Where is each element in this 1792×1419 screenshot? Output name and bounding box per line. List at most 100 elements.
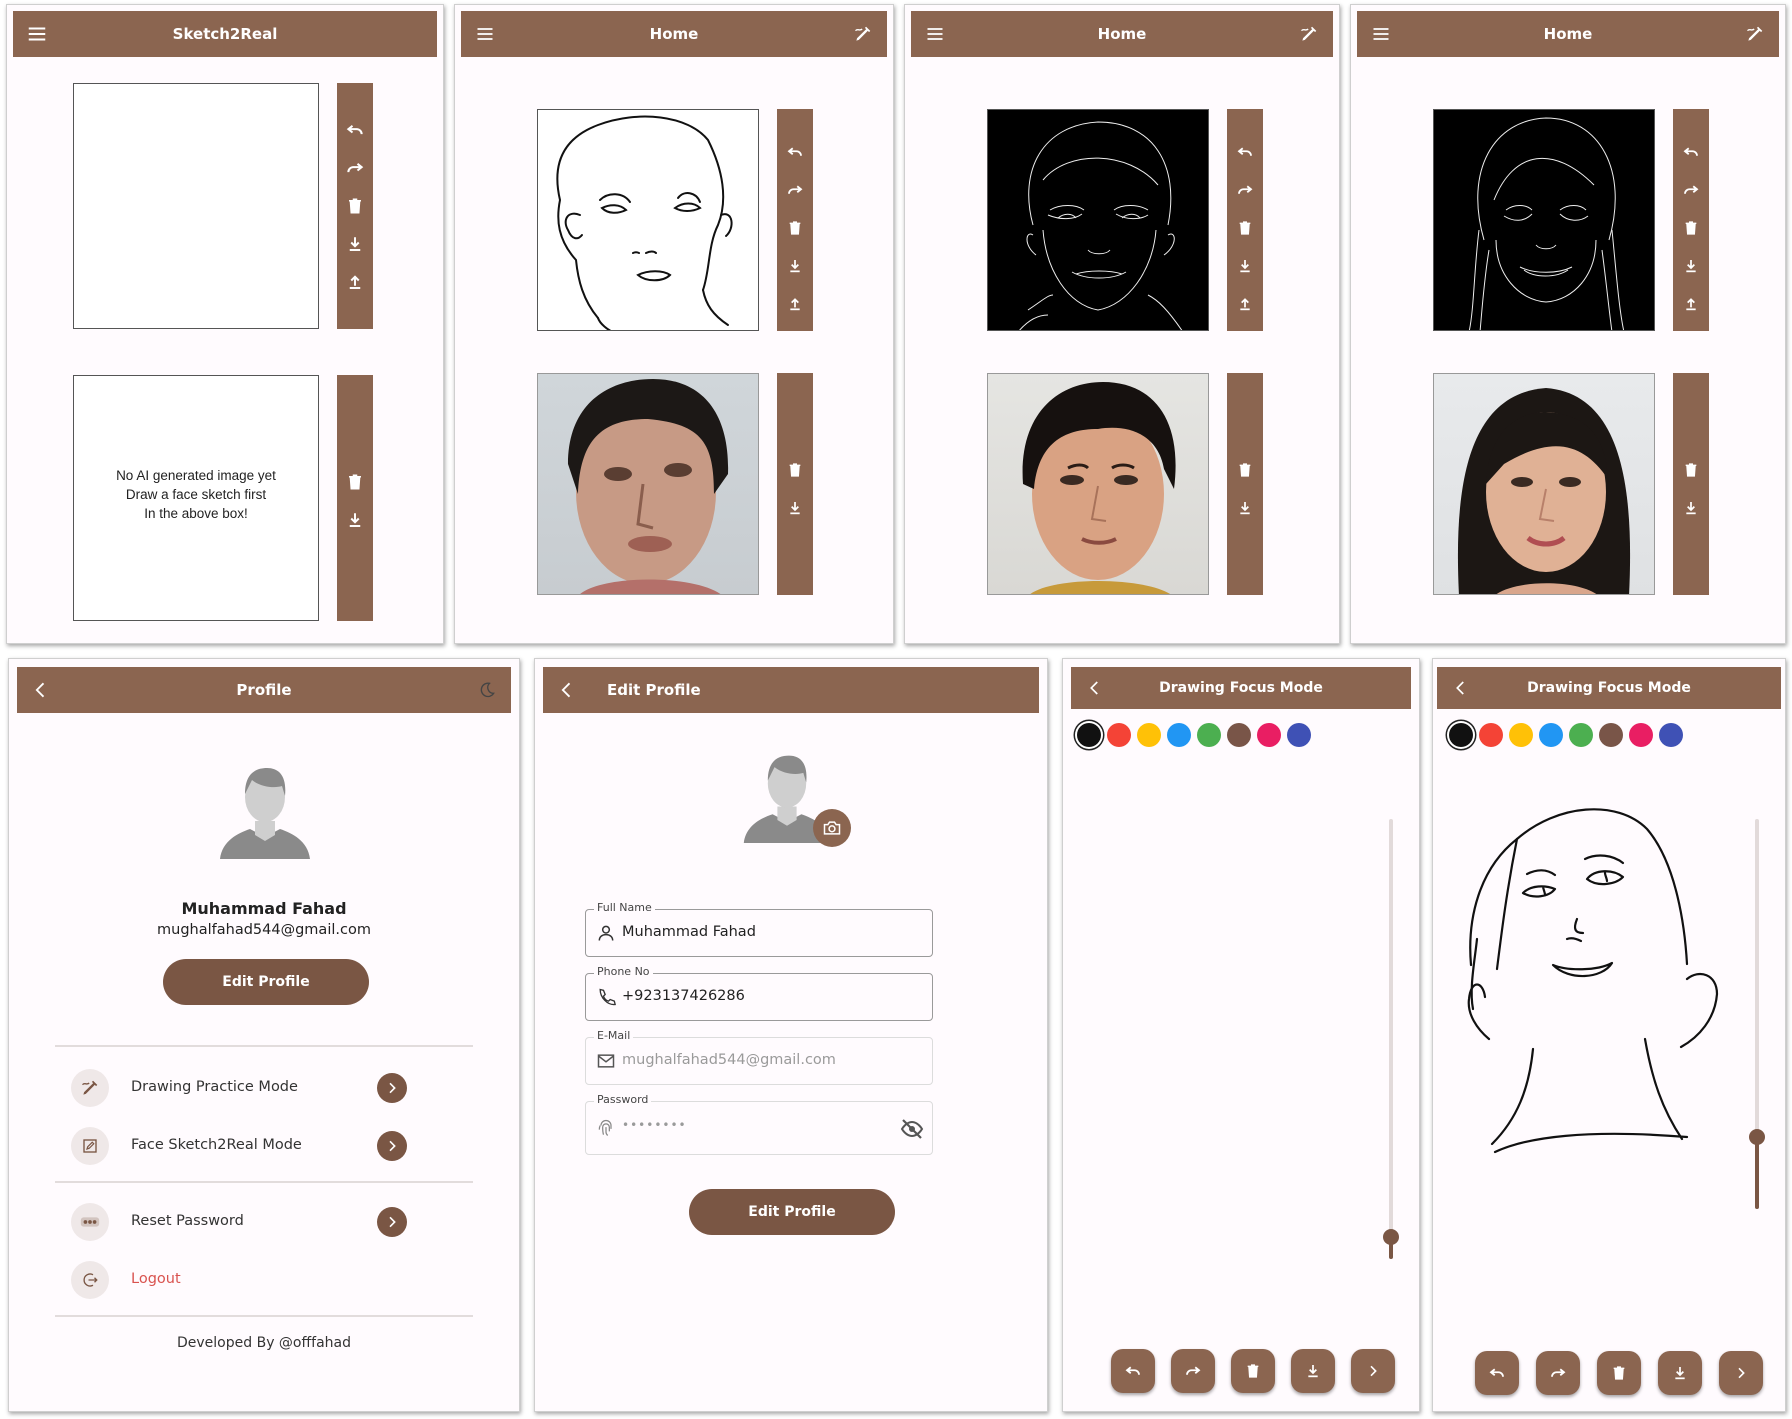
download-icon[interactable] [783,254,807,278]
upload-icon[interactable] [343,270,367,294]
delete-button[interactable] [1231,1349,1275,1393]
undo-icon[interactable] [1233,140,1257,164]
result-toolbar [1673,373,1709,595]
delete-icon[interactable] [1233,458,1257,482]
download-icon[interactable] [343,508,367,532]
download-button[interactable] [1291,1349,1335,1393]
upload-icon[interactable] [1233,292,1257,316]
download-icon[interactable] [1679,496,1703,520]
slider-knob[interactable] [1383,1229,1399,1245]
delete-button[interactable] [1597,1351,1641,1395]
next-button[interactable] [1719,1351,1763,1395]
color-swatch[interactable] [1569,723,1593,747]
color-swatch[interactable] [1629,723,1653,747]
download-icon[interactable] [1679,254,1703,278]
menu-item-reset-password[interactable]: Reset Password [71,1203,407,1245]
generated-face-image [987,373,1209,595]
color-swatch[interactable] [1167,723,1191,747]
moon-icon[interactable] [475,679,499,701]
delete-icon[interactable] [783,458,807,482]
slider-knob[interactable] [1749,1129,1765,1145]
download-icon[interactable] [1233,496,1257,520]
color-swatch[interactable] [1509,723,1533,747]
phone-field[interactable]: Phone No +923137426286 [585,965,933,1021]
color-swatch[interactable] [1449,723,1473,747]
redo-icon[interactable] [783,178,807,202]
upload-icon[interactable] [783,292,807,316]
color-swatch[interactable] [1287,723,1311,747]
visibility-off-icon[interactable] [900,1117,924,1141]
color-swatch[interactable] [1197,723,1221,747]
app-bar: Sketch2Real [13,11,437,57]
edge-sketch-canvas[interactable] [987,109,1209,331]
password-field[interactable]: Password •••••••• [585,1093,933,1155]
color-swatch[interactable] [1107,723,1131,747]
drawing-canvas[interactable] [1437,769,1747,1329]
stroke-width-slider[interactable] [1749,819,1765,1209]
download-button[interactable] [1658,1351,1702,1395]
color-swatch[interactable] [1227,723,1251,747]
color-swatch[interactable] [1539,723,1563,747]
edge-sketch-canvas[interactable] [1433,109,1655,331]
back-icon[interactable] [29,679,53,701]
footer-credit: Developed By @offfahad [177,1335,351,1351]
edit-profile-button[interactable]: Edit Profile [689,1189,895,1235]
draw-icon[interactable] [851,23,875,45]
next-button[interactable] [1351,1349,1395,1393]
undo-icon[interactable] [343,118,367,142]
chevron-right-icon[interactable] [377,1131,407,1161]
redo-icon[interactable] [343,156,367,180]
color-swatch[interactable] [1599,723,1623,747]
back-icon[interactable] [555,679,579,701]
menu-icon[interactable] [1369,23,1393,45]
delete-icon[interactable] [1679,458,1703,482]
upload-icon[interactable] [1679,292,1703,316]
delete-icon[interactable] [1679,216,1703,240]
draw-icon[interactable] [1743,23,1767,45]
back-icon[interactable] [1083,677,1107,699]
download-icon[interactable] [1233,254,1257,278]
sketch-canvas[interactable] [73,83,319,329]
color-swatch[interactable] [1137,723,1161,747]
color-swatch[interactable] [1659,723,1683,747]
back-icon[interactable] [1449,677,1473,699]
chevron-right-icon[interactable] [377,1073,407,1103]
download-icon[interactable] [343,232,367,256]
redo-button[interactable] [1536,1351,1580,1395]
avatar [215,759,315,859]
stroke-width-slider[interactable] [1383,819,1399,1259]
delete-icon[interactable] [343,470,367,494]
redo-icon[interactable] [1233,178,1257,202]
color-swatch[interactable] [1257,723,1281,747]
sketch-canvas[interactable] [537,109,759,331]
field-value: •••••••• [622,1118,687,1132]
menu-item-logout[interactable]: Logout [71,1261,407,1303]
color-swatch[interactable] [1479,723,1503,747]
page-title: Edit Profile [607,681,701,699]
delete-icon[interactable] [343,194,367,218]
menu-icon[interactable] [25,23,49,45]
color-swatch[interactable] [1077,723,1101,747]
menu-item-sketch2real[interactable]: Face Sketch2Real Mode [71,1127,407,1169]
redo-icon[interactable] [1679,178,1703,202]
undo-icon[interactable] [1679,140,1703,164]
field-value: Muhammad Fahad [622,924,756,940]
menu-icon[interactable] [923,23,947,45]
camera-icon[interactable] [813,809,851,847]
download-icon[interactable] [783,496,807,520]
delete-icon[interactable] [1233,216,1257,240]
undo-icon[interactable] [783,140,807,164]
menu-item-drawing-practice[interactable]: Drawing Practice Mode [71,1069,407,1111]
full-name-field[interactable]: Full Name Muhammad Fahad [585,901,933,957]
drawing-canvas[interactable] [1073,769,1373,1309]
edit-profile-screen: Edit Profile Full Name Muhammad Fahad Ph… [534,658,1048,1412]
draw-icon[interactable] [1297,23,1321,45]
undo-button[interactable] [1475,1351,1519,1395]
redo-button[interactable] [1171,1349,1215,1393]
edit-profile-button[interactable]: Edit Profile [163,959,369,1005]
delete-icon[interactable] [783,216,807,240]
undo-button[interactable] [1111,1349,1155,1393]
menu-icon[interactable] [473,23,497,45]
result-toolbar [337,375,373,621]
chevron-right-icon[interactable] [377,1207,407,1237]
